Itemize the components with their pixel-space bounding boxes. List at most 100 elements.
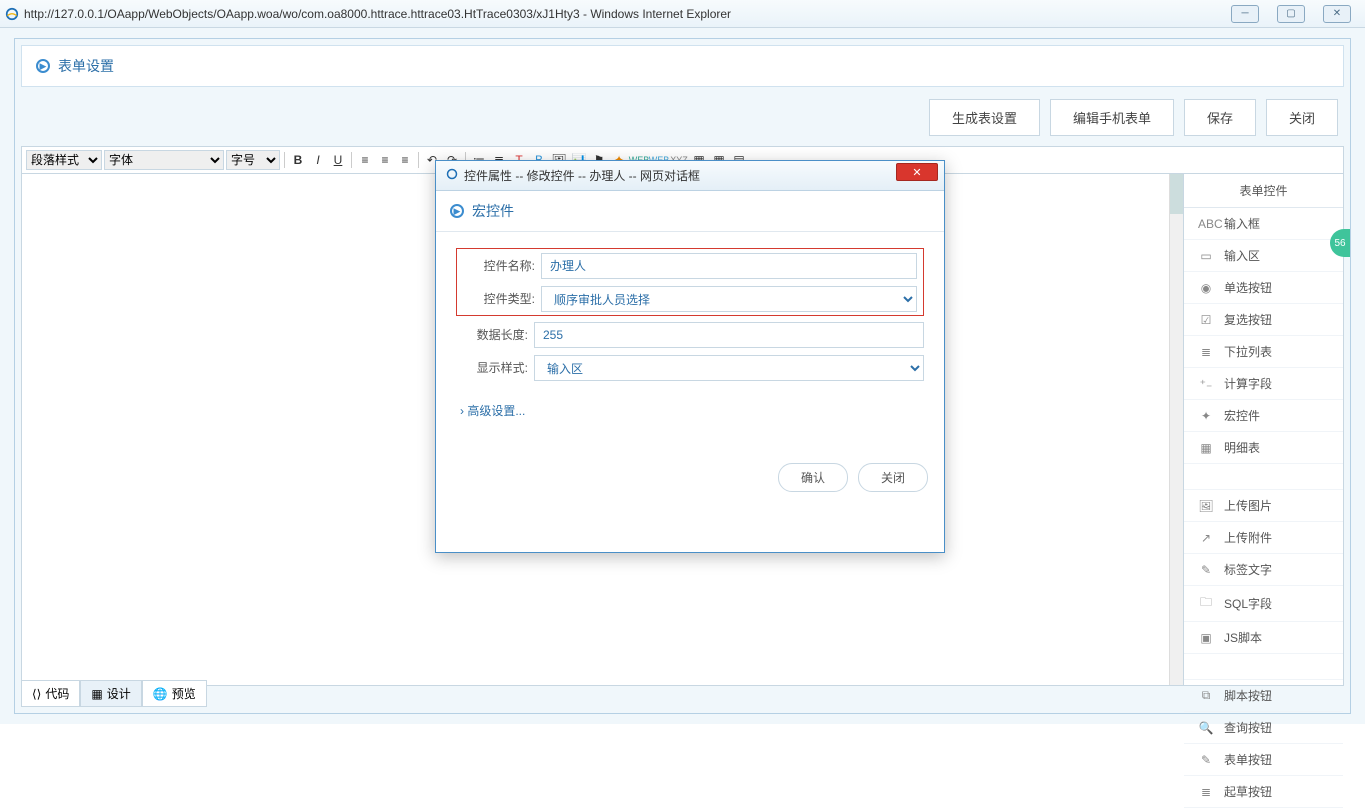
widget-label: 计算字段 xyxy=(1224,375,1272,392)
ie-icon xyxy=(446,168,458,183)
widget-label: 标签文字 xyxy=(1224,561,1272,578)
font-select[interactable]: 字体 xyxy=(104,150,224,170)
widget-icon: ▣ xyxy=(1198,631,1214,645)
widget-item[interactable]: 🖼 上传图片 xyxy=(1184,490,1343,522)
code-icon: ⟨⟩ xyxy=(32,687,41,701)
widget-panel: 表单控件 ABC 输入框 ▭ 输入区 ◉ 单选按钮 ☑ 复选按钮 ≣ 下拉列表 ⁺₋ 计算字段 ✦ 宏控件… xyxy=(1184,174,1344,686)
control-properties-dialog: 控件属性 -- 修改控件 -- 办理人 -- 网页对话框 ✕ ▶ 宏控件 控件名… xyxy=(435,160,945,553)
widget-label: 查询按钮 xyxy=(1224,719,1272,736)
control-type-label: 控件类型: xyxy=(463,282,541,315)
widget-label: 下拉列表 xyxy=(1224,343,1272,360)
widget-item[interactable]: ▭ 输入区 xyxy=(1184,240,1343,272)
page-header: ▶ 表单设置 xyxy=(21,45,1344,87)
widget-item[interactable]: ⁺₋ 计算字段 xyxy=(1184,368,1343,400)
widget-icon: ⧉ xyxy=(1198,688,1214,703)
widget-icon: ▭ xyxy=(1198,249,1214,263)
browser-title-bar: http://127.0.0.1/OAapp/WebObjects/OAapp.… xyxy=(0,0,1365,28)
close-button[interactable]: 关闭 xyxy=(1266,99,1338,136)
bold-icon[interactable]: B xyxy=(289,151,307,169)
widget-label: JS脚本 xyxy=(1224,629,1262,646)
display-style-label: 显示样式: xyxy=(456,351,534,384)
widget-icon: ▦ xyxy=(1198,441,1214,455)
widget-item[interactable]: ▦ 明细表 xyxy=(1184,432,1343,464)
widget-label: 起草按钮 xyxy=(1224,783,1272,800)
dialog-title-text: 控件属性 -- 修改控件 -- 办理人 -- 网页对话框 xyxy=(464,167,700,184)
page-title: 表单设置 xyxy=(58,56,114,76)
widget-label: 脚本按钮 xyxy=(1224,687,1272,704)
tab-design[interactable]: ▦设计 xyxy=(80,680,141,707)
data-length-input[interactable] xyxy=(534,322,924,348)
widget-item[interactable]: ✎ 标签文字 xyxy=(1184,554,1343,586)
underline-icon[interactable]: U xyxy=(329,151,347,169)
widget-label: 表单按钮 xyxy=(1224,751,1272,768)
align-left-icon[interactable]: ≡ xyxy=(356,151,374,169)
design-icon: ▦ xyxy=(91,687,102,701)
display-style-select[interactable]: 输入区 xyxy=(534,355,924,381)
widget-icon: 🗀 xyxy=(1198,593,1214,614)
widget-label: 宏控件 xyxy=(1224,407,1260,424)
widget-item[interactable]: ✎ 表单按钮 xyxy=(1184,744,1343,776)
generate-table-button[interactable]: 生成表设置 xyxy=(929,99,1040,136)
widget-label: 上传图片 xyxy=(1224,497,1272,514)
save-button[interactable]: 保存 xyxy=(1184,99,1256,136)
widget-icon: ✎ xyxy=(1198,753,1214,767)
vertical-scrollbar[interactable] xyxy=(1169,174,1183,685)
widget-item[interactable]: ABC 输入框 xyxy=(1184,208,1343,240)
side-badge[interactable]: 56 xyxy=(1330,229,1350,257)
widget-icon: ↗ xyxy=(1198,531,1214,545)
widget-item[interactable]: 🔍 查询按钮 xyxy=(1184,712,1343,744)
widget-icon: 🖼 xyxy=(1198,499,1214,513)
data-length-label: 数据长度: xyxy=(456,318,534,351)
dialog-ok-button[interactable]: 确认 xyxy=(778,463,848,492)
widget-label: 输入框 xyxy=(1224,215,1260,232)
widget-icon: ≣ xyxy=(1198,345,1214,359)
font-size-select[interactable]: 字号 xyxy=(226,150,280,170)
dialog-subtitle: 宏控件 xyxy=(472,201,514,221)
widget-icon: ✎ xyxy=(1198,563,1214,577)
widget-icon: ◉ xyxy=(1198,281,1214,295)
address-bar: http://127.0.0.1/OAapp/WebObjects/OAapp.… xyxy=(24,7,1231,21)
widget-icon: ✦ xyxy=(1198,409,1214,423)
widget-item[interactable]: ≣ 起草按钮 xyxy=(1184,776,1343,808)
maximize-button[interactable]: ▢ xyxy=(1277,5,1305,23)
widget-label: 复选按钮 xyxy=(1224,311,1272,328)
widget-icon: ⁺₋ xyxy=(1198,377,1214,391)
control-name-input[interactable] xyxy=(541,253,917,279)
arrow-right-icon: ▶ xyxy=(450,204,464,218)
advanced-settings-link[interactable]: › 高级设置... xyxy=(456,384,924,437)
widget-item[interactable]: ↗ 上传附件 xyxy=(1184,522,1343,554)
widget-icon: ☑ xyxy=(1198,313,1214,327)
minimize-button[interactable]: ─ xyxy=(1231,5,1259,23)
widget-item[interactable]: ⧉ 脚本按钮 xyxy=(1184,680,1343,712)
widget-item[interactable]: ▣ JS脚本 xyxy=(1184,622,1343,654)
widget-item[interactable]: ✦ 宏控件 xyxy=(1184,400,1343,432)
ie-icon xyxy=(4,6,20,22)
dialog-close-button[interactable]: ✕ xyxy=(896,163,938,181)
align-center-icon[interactable]: ≡ xyxy=(376,151,394,169)
window-close-button[interactable]: ✕ xyxy=(1323,5,1351,23)
edit-mobile-form-button[interactable]: 编辑手机表单 xyxy=(1050,99,1174,136)
widget-label: 明细表 xyxy=(1224,439,1260,456)
widget-icon: ≣ xyxy=(1198,785,1214,799)
widget-panel-title: 表单控件 xyxy=(1184,174,1343,208)
widget-label: 输入区 xyxy=(1224,247,1260,264)
widget-label: 单选按钮 xyxy=(1224,279,1272,296)
italic-icon[interactable]: I xyxy=(309,151,327,169)
widget-item[interactable]: ≣ 下拉列表 xyxy=(1184,336,1343,368)
paragraph-style-select[interactable]: 段落样式 xyxy=(26,150,102,170)
dialog-cancel-button[interactable]: 关闭 xyxy=(858,463,928,492)
widget-label: 上传附件 xyxy=(1224,529,1272,546)
widget-label: SQL字段 xyxy=(1224,595,1272,612)
tab-preview[interactable]: 🌐预览 xyxy=(142,680,207,707)
widget-item[interactable]: ☑ 复选按钮 xyxy=(1184,304,1343,336)
align-right-icon[interactable]: ≡ xyxy=(396,151,414,169)
arrow-right-icon: ▶ xyxy=(36,59,50,73)
widget-icon: 🔍 xyxy=(1198,721,1214,735)
globe-icon: 🌐 xyxy=(153,687,168,701)
tab-code[interactable]: ⟨⟩代码 xyxy=(21,680,80,707)
control-name-label: 控件名称: xyxy=(463,249,541,282)
control-type-select[interactable]: 顺序审批人员选择 xyxy=(541,286,917,312)
widget-icon: ABC xyxy=(1198,217,1214,231)
widget-item[interactable]: 🗀 SQL字段 xyxy=(1184,586,1343,622)
widget-item[interactable]: ◉ 单选按钮 xyxy=(1184,272,1343,304)
